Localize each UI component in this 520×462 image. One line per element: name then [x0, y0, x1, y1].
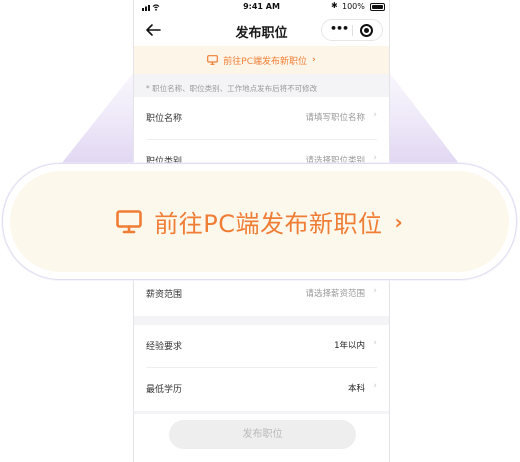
form-row-job-title[interactable]: 职位名称 请填写职位名称 ›	[146, 97, 377, 140]
row-label: 薪资范围	[146, 290, 183, 300]
magnified-banner-content[interactable]: 前往PC端发布新职位 ›	[10, 171, 509, 272]
magnified-pc-banner: 前往PC端发布新职位 ›	[2, 163, 517, 280]
chevron-right-icon: ›	[373, 381, 377, 391]
row-value: 请填写职位名称	[305, 113, 365, 123]
chevron-right-icon: ›	[394, 209, 403, 234]
row-value: 请选择薪资范围	[305, 289, 365, 299]
form-row-experience[interactable]: 经验要求 1年以内 ›	[146, 325, 377, 368]
form-row-education[interactable]: 最低学历 本科 ›	[146, 368, 377, 411]
more-icon[interactable]: •••	[330, 22, 349, 35]
bluetooth-icon: ✱	[331, 1, 338, 10]
pc-publish-banner[interactable]: 前往PC端发布新职位 ›	[134, 46, 389, 74]
battery-percent: 100%	[342, 2, 365, 11]
chevron-right-icon: ›	[312, 55, 316, 65]
row-value: 1年以内	[334, 341, 365, 351]
status-bar: 9:41 AM ✱ 100%	[134, 0, 389, 14]
form-card-bottom: 经验要求 1年以内 › 最低学历 本科 ›	[134, 325, 389, 411]
monitor-icon	[207, 55, 219, 65]
chevron-right-icon: ›	[373, 286, 377, 296]
capsule-divider	[352, 25, 353, 36]
monitor-icon	[116, 209, 143, 233]
row-label: 经验要求	[146, 342, 183, 352]
row-label: 职位名称	[146, 114, 183, 124]
pc-banner-label: 前往PC端发布新职位	[223, 56, 307, 67]
chevron-right-icon: ›	[373, 153, 377, 163]
publish-button[interactable]: 发布职位	[169, 420, 356, 449]
chevron-right-icon: ›	[373, 110, 377, 120]
row-value: 本科	[347, 384, 365, 394]
form-note: * 职位名称、职位类别、工作地点发布后将不可修改	[146, 84, 318, 93]
nav-bar: 发布职位 •••	[134, 14, 389, 46]
mini-program-capsule: •••	[321, 19, 383, 41]
chevron-right-icon: ›	[373, 338, 377, 348]
battery-icon	[370, 3, 385, 11]
bottom-action-bar: 发布职位	[134, 414, 389, 462]
row-label: 最低学历	[146, 385, 183, 395]
close-capsule-icon[interactable]	[360, 24, 373, 37]
magnified-banner-label: 前往PC端发布新职位	[154, 210, 383, 238]
